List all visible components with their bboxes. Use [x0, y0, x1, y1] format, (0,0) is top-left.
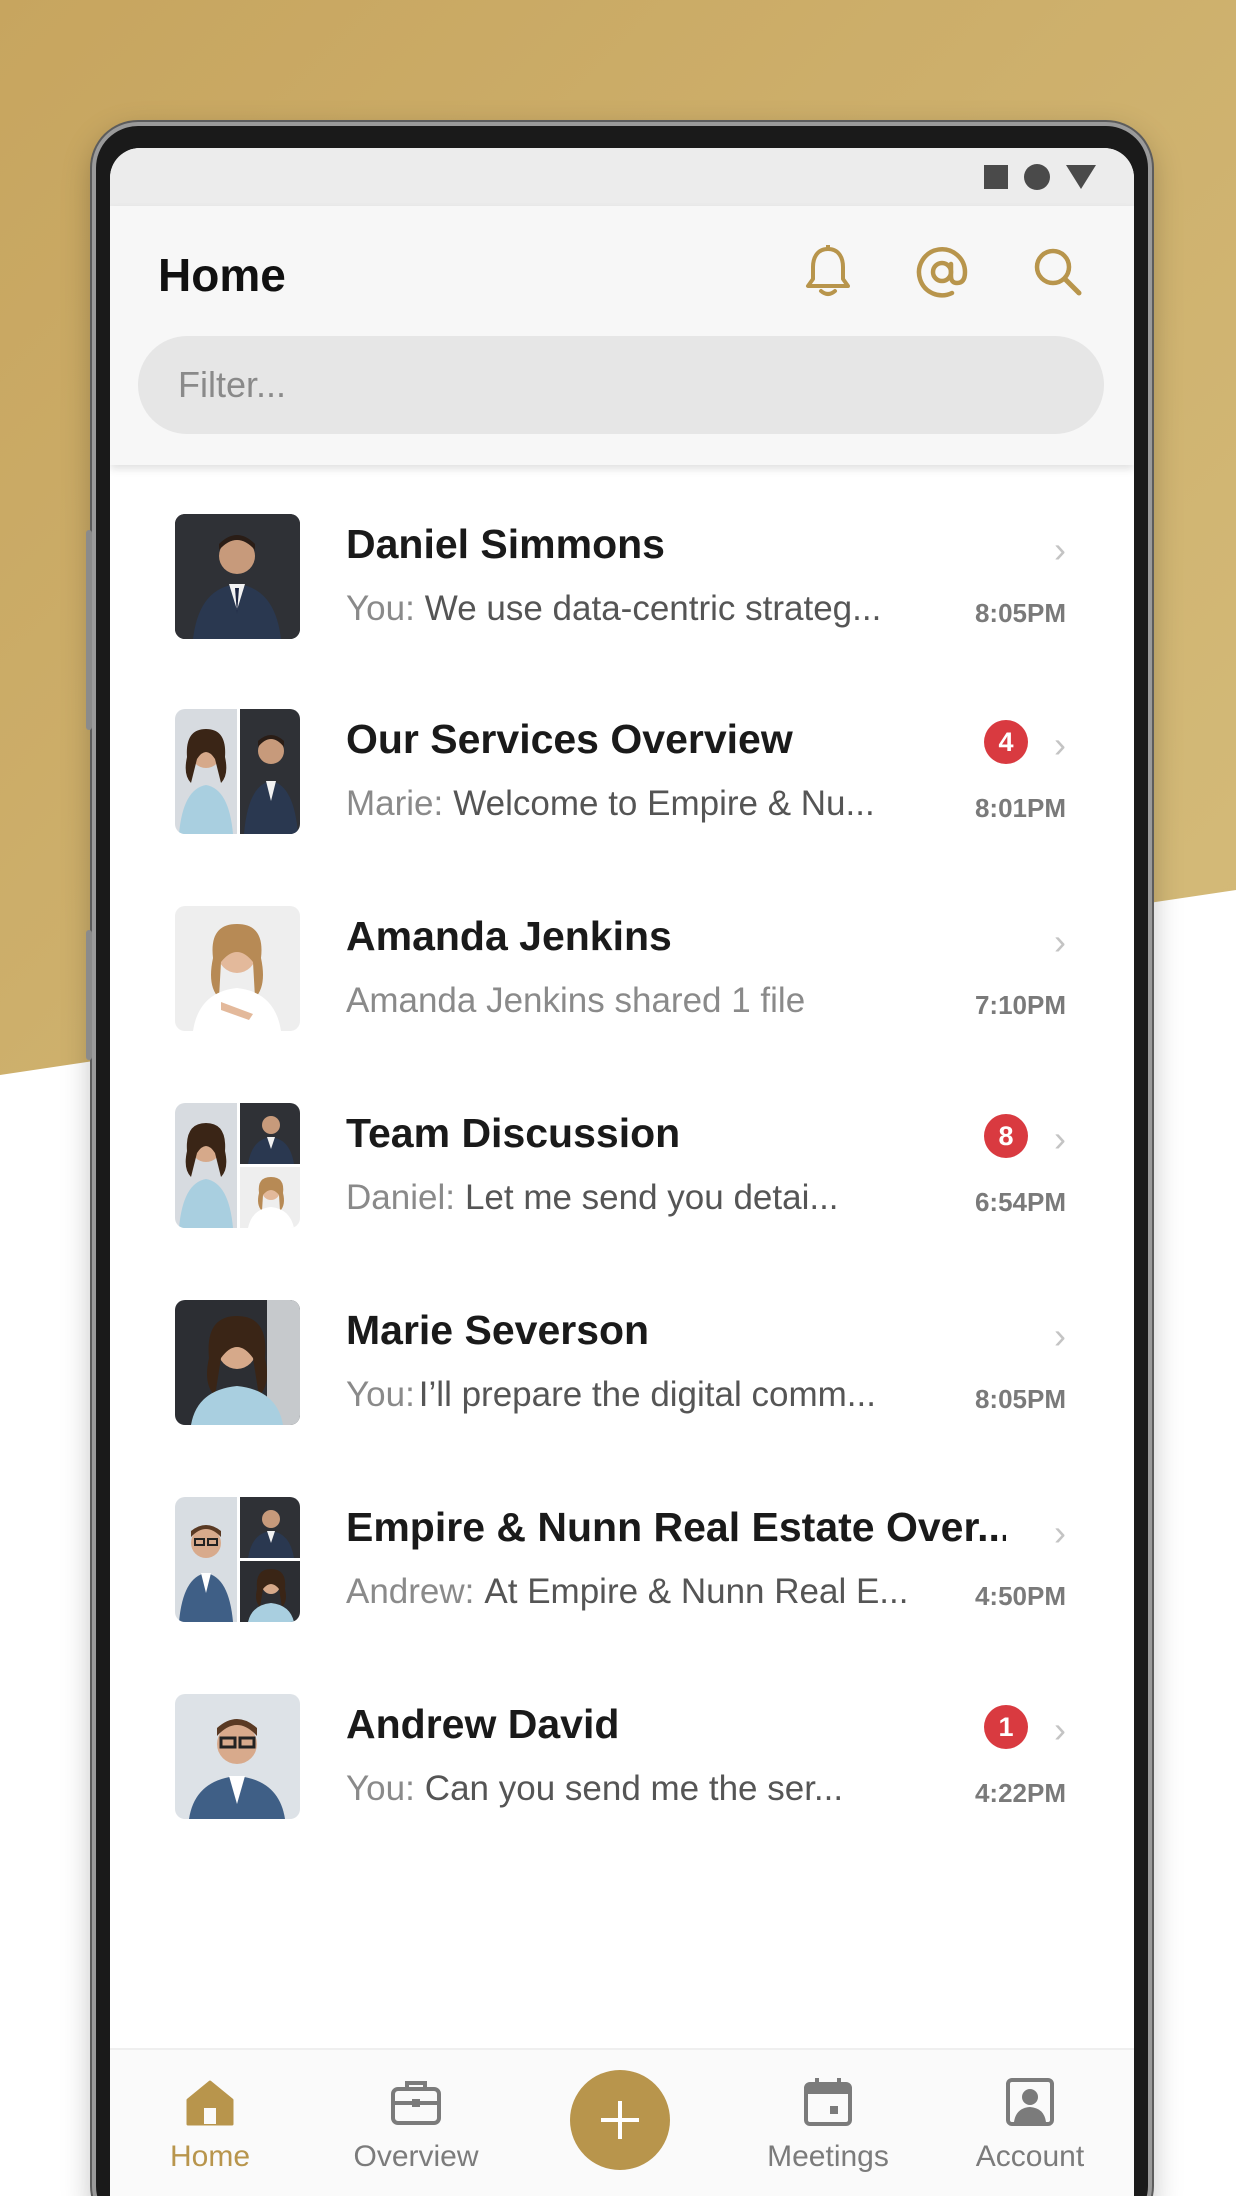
conversation-row[interactable]: Our Services Overview Marie: Welcome to E…: [110, 660, 1134, 857]
conversation-time: 8:01PM: [974, 793, 1066, 823]
filter-input[interactable]: [138, 336, 1104, 434]
conversation-time: 8:05PM: [974, 598, 1066, 628]
nav-home[interactable]: Home: [120, 2050, 300, 2190]
conversation-name: Empire & Nunn Real Estate Over...: [346, 1504, 1006, 1550]
phone-side-button: [86, 930, 92, 1060]
group-avatar: [175, 1497, 300, 1622]
phone-side-button: [86, 530, 92, 730]
app-screen: Home Filter... Daniel Simmons You: We us…: [110, 148, 1134, 2196]
avatar: [175, 906, 300, 1031]
stop-icon: [984, 165, 1008, 189]
home-icon: [182, 2074, 238, 2130]
bell-icon[interactable]: [796, 240, 860, 304]
conversation-row[interactable]: Team Discussion Daniel: Let me send you d…: [110, 1054, 1134, 1251]
chevron-right-icon: ›: [1054, 921, 1066, 962]
conversation-preview: Amanda Jenkins shared 1 file: [346, 981, 806, 1020]
calendar-icon: [800, 2074, 856, 2130]
conversation-preview: Marie: Welcome to Empire & Nu...: [346, 784, 875, 823]
nav-label: Home: [169, 2140, 251, 2173]
conversation-time: 4:50PM: [974, 1581, 1066, 1611]
conversation-row[interactable]: Amanda Jenkins Amanda Jenkins shared 1 f…: [110, 857, 1134, 1054]
conversation-preview: You: We use data-centric strateg...: [346, 589, 882, 628]
conversation-name: Team Discussion: [346, 1110, 681, 1156]
avatar: [175, 1300, 300, 1425]
conversation-preview: Daniel: Let me send you detai...: [346, 1178, 839, 1217]
add-button[interactable]: [570, 2070, 670, 2170]
at-icon[interactable]: [910, 240, 974, 304]
nav-overview[interactable]: Overview: [326, 2050, 506, 2190]
conversation-preview: You: I’ll prepare the digital comm...: [346, 1375, 876, 1414]
conversation-name: Amanda Jenkins: [346, 913, 672, 959]
avatar: [175, 514, 300, 639]
conversation-name: Our Services Overview: [346, 716, 793, 762]
conversation-row[interactable]: Empire & Nunn Real Estate Over... Andrew…: [110, 1448, 1134, 1645]
search-icon[interactable]: [1026, 240, 1090, 304]
nav-label: Overview: [353, 2140, 479, 2173]
header: Home: [110, 206, 1134, 465]
conversation-name: Daniel Simmons: [346, 521, 665, 567]
conversation-time: 7:10PM: [974, 990, 1066, 1020]
chevron-right-icon: ›: [1054, 529, 1066, 570]
briefcase-icon: [388, 2074, 444, 2130]
conversation-name: Andrew David: [346, 1701, 620, 1747]
avatar: [175, 1694, 300, 1819]
chevron-right-icon: ›: [1054, 1512, 1066, 1553]
conversation-preview: You: Can you send me the ser...: [346, 1769, 844, 1808]
chevron-right-icon: ›: [1054, 1118, 1066, 1159]
nav-meetings[interactable]: Meetings: [738, 2050, 918, 2190]
conversation-time: 8:05PM: [974, 1384, 1066, 1414]
unread-badge: 8: [984, 1114, 1028, 1158]
conversation-row[interactable]: Andrew David You: Can you send me the ser…: [110, 1645, 1134, 1842]
bottom-nav: Home Overview Meetings Account: [110, 2048, 1134, 2196]
signal-icon: [1066, 165, 1096, 189]
nav-label: Account: [975, 2140, 1085, 2173]
nav-label: Meetings: [767, 2140, 889, 2173]
plus-icon: [601, 2101, 639, 2139]
group-avatar: [175, 1103, 300, 1228]
status-bar: [110, 148, 1134, 206]
chevron-right-icon: ›: [1054, 724, 1066, 765]
chevron-right-icon: ›: [1054, 1315, 1066, 1356]
conversation-name: Marie Severson: [346, 1307, 650, 1353]
conversation-time: 6:54PM: [974, 1187, 1066, 1217]
group-avatar: [175, 709, 300, 834]
conversation-time: 4:22PM: [974, 1778, 1066, 1808]
record-icon: [1024, 164, 1050, 190]
conversation-row[interactable]: Daniel Simmons You: We use data-centric s…: [110, 465, 1134, 662]
chevron-right-icon: ›: [1054, 1709, 1066, 1750]
nav-account[interactable]: Account: [940, 2050, 1120, 2190]
unread-badge: 1: [984, 1705, 1028, 1749]
unread-badge: 4: [984, 720, 1028, 764]
conversation-preview: Andrew: At Empire & Nunn Real E...: [346, 1572, 909, 1611]
page-title: Home: [158, 249, 286, 301]
account-icon: [1002, 2074, 1058, 2130]
conversation-row[interactable]: Marie Severson You: I’ll prepare the digi…: [110, 1251, 1134, 1448]
